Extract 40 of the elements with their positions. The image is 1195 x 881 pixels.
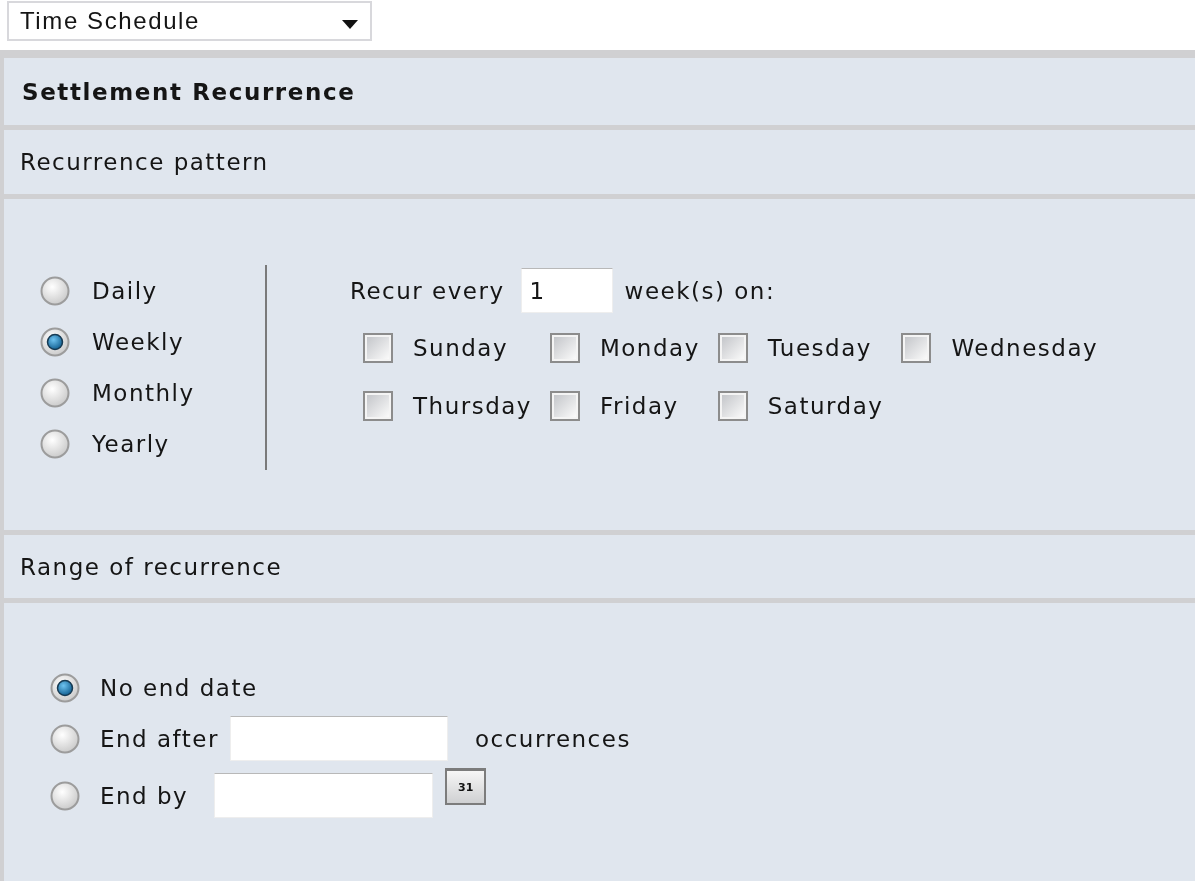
option-label: Daily xyxy=(92,277,158,304)
day-label: Tuesday xyxy=(767,335,872,361)
day-label: Sunday xyxy=(413,335,509,361)
radio-button[interactable] xyxy=(40,326,70,357)
option-label: Weekly xyxy=(92,328,184,355)
option-label: End by xyxy=(100,782,189,809)
option-label: End after xyxy=(100,725,219,752)
radio-button[interactable] xyxy=(50,723,80,754)
radio-button[interactable] xyxy=(40,428,70,459)
section-heading: Recurrence pattern xyxy=(20,149,269,175)
section-heading: Range of recurrence xyxy=(20,553,283,580)
panel-title: Settlement Recurrence xyxy=(22,78,356,105)
end-date-input[interactable] xyxy=(214,773,434,818)
suffix-label: occurrences xyxy=(474,725,631,752)
occurrences-input[interactable] xyxy=(229,716,448,761)
option-label: Monthly xyxy=(92,379,195,406)
day-label: Friday xyxy=(599,393,679,419)
calendar-button[interactable]: 31 xyxy=(445,768,487,805)
radio-button[interactable] xyxy=(40,377,70,408)
checkbox[interactable] xyxy=(549,391,580,421)
day-label: Saturday xyxy=(767,393,884,419)
day-label: Wednesday xyxy=(951,335,1099,361)
schedule-dropdown[interactable]: Time Schedule xyxy=(7,1,372,41)
checkbox[interactable] xyxy=(901,333,932,363)
option-label: No end date xyxy=(100,674,258,701)
day-label: Monday xyxy=(599,335,700,361)
checkbox[interactable] xyxy=(549,333,580,363)
day-label: Thursday xyxy=(413,393,532,419)
recur-label: Recur every xyxy=(350,277,505,304)
option-label: Yearly xyxy=(92,430,170,457)
interval-input[interactable]: 1 xyxy=(520,268,613,313)
radio-button[interactable] xyxy=(40,275,70,306)
radio-button[interactable] xyxy=(50,780,80,811)
caret-icon xyxy=(342,19,358,29)
radio-button[interactable] xyxy=(50,672,80,703)
checkbox[interactable] xyxy=(717,333,748,363)
checkbox[interactable] xyxy=(363,391,393,421)
checkbox[interactable] xyxy=(717,391,748,421)
unit-label: week(s) on: xyxy=(624,277,776,304)
checkbox[interactable] xyxy=(363,333,393,363)
